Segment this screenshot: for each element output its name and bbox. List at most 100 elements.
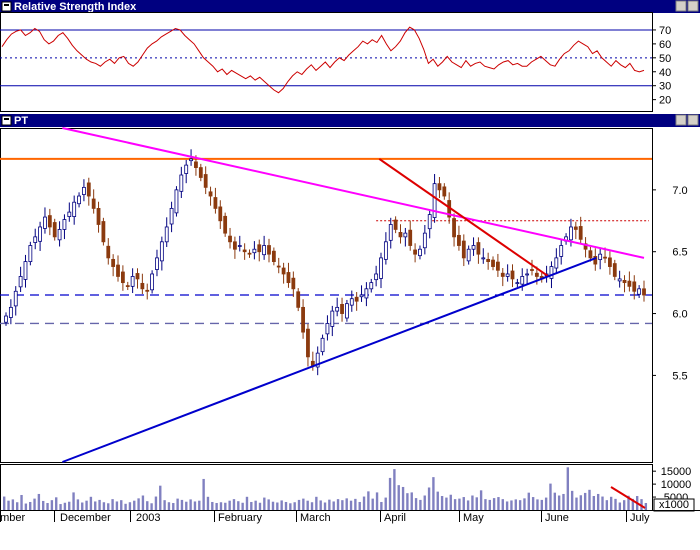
volume-bar xyxy=(232,499,236,510)
volume-bar xyxy=(575,497,578,510)
candle-body xyxy=(422,232,427,249)
price-maximize-button xyxy=(687,114,699,126)
candle-body xyxy=(120,271,125,284)
volume-bar xyxy=(289,503,292,510)
volume-bar xyxy=(644,503,648,510)
volume-bar xyxy=(237,501,240,510)
volume-bar xyxy=(85,500,88,510)
candle-body xyxy=(598,253,603,261)
candle-body xyxy=(627,280,632,287)
volume-bar xyxy=(245,496,249,510)
volume-bar xyxy=(228,500,231,510)
price-minimize-button xyxy=(675,114,687,126)
candle-body xyxy=(125,285,130,287)
candle-body xyxy=(622,280,627,284)
volume-bar xyxy=(523,498,526,510)
x-axis-label: May xyxy=(463,512,484,524)
volume-bar xyxy=(254,500,257,510)
volume-bar xyxy=(414,498,418,510)
candle-body xyxy=(481,257,486,260)
candle-body xyxy=(179,174,184,192)
candle-body xyxy=(530,269,534,271)
volume-bar xyxy=(263,497,266,510)
candle-body xyxy=(150,273,155,291)
rsi-tick-label: 20 xyxy=(659,95,671,107)
volume-bar xyxy=(553,492,557,510)
candle-body xyxy=(57,229,62,241)
volume-bar xyxy=(427,487,431,510)
candle-body xyxy=(267,245,271,255)
volume-bar xyxy=(241,502,244,510)
candle-body xyxy=(486,258,491,262)
price-tick-label: 7.0 xyxy=(672,185,687,197)
volume-bar xyxy=(120,500,123,510)
candle-body xyxy=(349,298,354,306)
candle-body xyxy=(164,226,169,243)
price-tick-label: 6.0 xyxy=(672,309,687,321)
candle-body xyxy=(457,234,461,246)
candle-body xyxy=(296,291,301,308)
x-axis-label: ember xyxy=(0,512,26,524)
candle-body xyxy=(525,273,530,276)
candle-body xyxy=(379,257,383,279)
volume-bar xyxy=(319,500,322,510)
candle-body xyxy=(257,244,262,253)
volume-bar xyxy=(475,497,478,510)
candle-body xyxy=(632,281,637,292)
volume-bar xyxy=(458,498,461,510)
volume-bar xyxy=(406,493,409,510)
candle-body xyxy=(47,215,52,228)
volume-bar xyxy=(358,501,361,510)
volume-bar xyxy=(423,495,426,510)
candle-body xyxy=(383,241,388,260)
candle-body xyxy=(554,257,559,269)
candle-body xyxy=(276,265,281,268)
volume-bar xyxy=(384,497,387,510)
rsi-title: Relative Strength Index xyxy=(14,1,137,13)
candle-body xyxy=(325,323,330,335)
price-tick-label: 6.5 xyxy=(672,247,687,259)
candle-body xyxy=(82,186,86,195)
candle-body xyxy=(340,304,344,314)
candle-body xyxy=(140,282,145,290)
volume-bar xyxy=(150,503,153,510)
volume-unit-label: x1000 xyxy=(659,499,689,511)
volume-bar xyxy=(588,489,591,510)
volume-bar xyxy=(488,499,491,510)
volume-bar xyxy=(505,501,509,510)
volume-bar xyxy=(310,502,314,510)
candle-body xyxy=(213,197,218,209)
price-menu-icon xyxy=(1,115,12,126)
chart-window: Relative Strength Index PT 70 60 50 40 30 20 7.0… xyxy=(0,0,700,550)
candle-body xyxy=(291,277,296,290)
rsi-plot-frame xyxy=(0,12,653,112)
candle-body xyxy=(408,229,413,246)
volume-bar xyxy=(141,495,145,510)
candle-body xyxy=(569,226,573,241)
candle-body xyxy=(388,224,393,241)
candle-body xyxy=(237,245,242,247)
volume-bar xyxy=(284,501,288,510)
volume-bar xyxy=(440,496,444,510)
candle-body xyxy=(233,241,237,250)
volume-bar xyxy=(11,499,15,510)
volume-bar xyxy=(55,497,58,510)
volume-bar xyxy=(107,503,110,510)
volume-bar xyxy=(94,501,97,510)
rsi-tick-label: 40 xyxy=(659,67,671,79)
volume-bar xyxy=(527,492,530,510)
rsi-maximize-button xyxy=(687,0,699,12)
candle-body xyxy=(330,310,335,327)
candle-body xyxy=(573,226,578,230)
volume-bar xyxy=(388,477,392,510)
rsi-tick-label: 60 xyxy=(659,39,671,51)
volume-bar xyxy=(124,503,127,510)
price-title: PT xyxy=(14,115,28,127)
candle-body xyxy=(28,245,33,263)
candle-body xyxy=(335,306,340,312)
volume-bar xyxy=(185,501,188,510)
volume-bar xyxy=(397,485,400,510)
volume-bar xyxy=(570,490,574,510)
volume-bar xyxy=(622,500,626,510)
candle-body xyxy=(461,240,466,259)
